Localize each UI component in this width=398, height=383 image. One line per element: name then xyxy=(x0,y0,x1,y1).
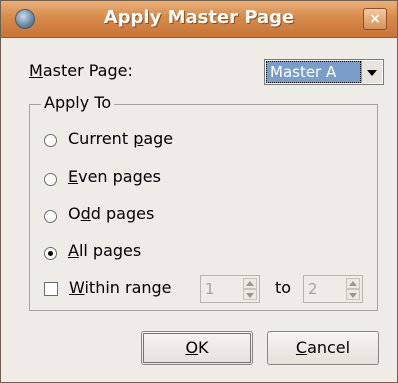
ok-text-rest: K xyxy=(198,338,209,357)
spin-up-icon[interactable] xyxy=(346,278,360,289)
even-pages-radio[interactable] xyxy=(44,173,57,186)
master-page-label: Master Page: xyxy=(29,61,133,80)
within-range-checkbox[interactable] xyxy=(44,282,58,296)
even-pages-label[interactable]: Even pages xyxy=(68,167,161,186)
odd-pages-text: O xyxy=(68,204,81,223)
dialog-title: Apply Master Page xyxy=(103,7,295,28)
all-pages-mnemonic: A xyxy=(68,241,79,260)
ok-mnemonic: O xyxy=(185,338,199,357)
within-range-label[interactable]: Within range xyxy=(69,278,172,297)
odd-pages-radio[interactable] xyxy=(44,210,57,223)
even-pages-text-rest: ven pages xyxy=(78,167,161,186)
all-pages-radio[interactable] xyxy=(44,247,57,260)
chevron-down-icon[interactable] xyxy=(361,61,382,83)
all-pages-label[interactable]: All pages xyxy=(68,241,141,260)
odd-pages-mnemonic: d xyxy=(80,204,91,223)
cancel-mnemonic: C xyxy=(295,338,308,357)
even-pages-mnemonic: E xyxy=(68,167,79,186)
current-page-radio[interactable] xyxy=(44,134,57,147)
current-page-label[interactable]: Current page xyxy=(68,129,173,148)
range-to-value: 2 xyxy=(308,280,318,298)
title-bar: Apply Master Page × xyxy=(1,1,397,38)
within-range-mnemonic: W xyxy=(69,278,85,297)
ok-button[interactable]: OK xyxy=(141,331,253,365)
apply-to-title: Apply To xyxy=(41,93,115,112)
within-range-text-rest: ithin range xyxy=(84,278,172,297)
range-from-spinbox[interactable]: 1 xyxy=(200,275,260,303)
spin-down-icon[interactable] xyxy=(243,289,257,300)
apply-master-page-dialog: Apply Master Page × Master Page: Master … xyxy=(0,0,398,383)
current-page-text-rest: age xyxy=(143,129,174,148)
range-to-spinbox[interactable]: 2 xyxy=(303,275,363,303)
spin-down-icon[interactable] xyxy=(346,289,360,300)
odd-pages-text-rest: d pages xyxy=(90,204,155,223)
odd-pages-label[interactable]: Odd pages xyxy=(68,204,154,223)
cancel-button[interactable]: Cancel xyxy=(267,331,379,365)
current-page-mnemonic: p xyxy=(133,129,144,148)
master-page-label-text-rest: aster Page: xyxy=(42,61,133,80)
spin-up-icon[interactable] xyxy=(243,278,257,289)
all-pages-text-rest: ll pages xyxy=(78,241,142,260)
range-to-label: to xyxy=(275,278,292,297)
close-button[interactable]: × xyxy=(363,8,387,30)
current-page-text: Current xyxy=(68,129,134,148)
master-page-selected-value: Master A xyxy=(266,61,361,83)
master-page-mnemonic: M xyxy=(29,61,43,80)
range-from-value: 1 xyxy=(205,280,215,298)
master-page-combobox[interactable]: Master A xyxy=(264,59,384,85)
cancel-text-rest: ancel xyxy=(307,338,351,357)
